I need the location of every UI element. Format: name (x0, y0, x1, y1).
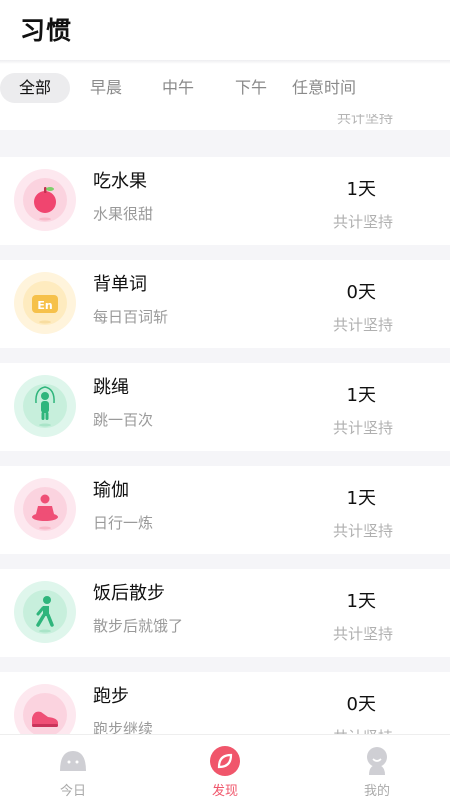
habit-total-label: 共计坚持 (332, 419, 393, 437)
habit-icon-circle (14, 581, 76, 643)
habit-total-label: 共计坚持 (332, 213, 393, 231)
habit-description: 水果很甜 (93, 205, 154, 223)
tab-afternoon[interactable]: 下午 (227, 73, 275, 103)
habit-card[interactable]: 跳绳 跳一百次 1天 共计坚持 (0, 363, 450, 451)
english-book-icon: En (23, 281, 67, 325)
habit-total-label: 共计坚持 (337, 114, 393, 127)
nav-today-label: 今日 (59, 784, 86, 799)
habit-icon-circle (14, 478, 76, 540)
habit-icon-circle: En (14, 272, 76, 334)
habit-description: 跳一百次 (93, 411, 154, 429)
filter-tabs: 全部 早晨 中午 下午 任意时间 (0, 64, 450, 114)
habit-description: 日行一炼 (93, 514, 154, 532)
habit-name: 瑜伽 (93, 480, 129, 501)
tab-anytime[interactable]: 任意时间 (287, 73, 361, 103)
habit-name: 背单词 (93, 274, 147, 295)
tab-noon[interactable]: 中午 (154, 73, 202, 103)
habit-card[interactable]: 瑜伽 日行一炼 1天 共计坚持 (0, 466, 450, 554)
habit-total-label: 共计坚持 (332, 625, 393, 643)
yoga-icon (23, 487, 67, 531)
habit-description: 跑步继续 (93, 720, 154, 734)
nav-discover-label: 发现 (211, 784, 238, 799)
walking-icon (23, 590, 67, 634)
habit-card-partial[interactable]: 共计坚持 (0, 114, 450, 130)
habit-name: 跳绳 (93, 377, 129, 398)
habit-days: 1天 (346, 179, 376, 200)
running-shoe-icon (23, 693, 67, 734)
nav-discover[interactable]: 发现 (175, 735, 275, 800)
habit-name: 吃水果 (93, 171, 147, 192)
habit-card[interactable]: En 背单词 每日百词斩 0天 共计坚持 (0, 260, 450, 348)
nav-profile-label: 我的 (363, 784, 390, 799)
nav-profile[interactable]: 我的 (327, 735, 427, 800)
habit-card[interactable]: 饭后散步 散步后就饿了 1天 共计坚持 (0, 569, 450, 657)
tab-all[interactable]: 全部 (0, 73, 70, 103)
jump-rope-icon (23, 384, 67, 428)
habit-total-label: 共计坚持 (332, 522, 393, 540)
app-header: 习惯 (0, 0, 450, 60)
profile-icon (367, 747, 387, 775)
habit-days: 0天 (346, 694, 376, 715)
habit-days: 0天 (346, 282, 376, 303)
svg-text:En: En (37, 299, 52, 312)
tab-morning[interactable]: 早晨 (82, 73, 130, 103)
habit-description: 每日百词斩 (93, 308, 169, 326)
habit-days: 1天 (346, 385, 376, 406)
habit-card[interactable]: 吃水果 水果很甜 1天 共计坚持 (0, 157, 450, 245)
bottom-navigation: 今日 发现 我的 (0, 734, 450, 800)
habit-days: 1天 (346, 591, 376, 612)
apple-icon (23, 178, 67, 222)
habit-list[interactable]: 共计坚持 吃水果 水果很甜 1天 共计坚持 En 背单词 每日百词斩 0天 共计… (0, 114, 450, 734)
habit-icon-circle (14, 684, 76, 734)
habit-total-label: 共计坚持 (332, 316, 393, 334)
habit-icon-circle (14, 169, 76, 231)
discover-icon (210, 746, 240, 776)
habit-total-label: 共计坚持 (333, 726, 393, 734)
habit-days: 1天 (346, 488, 376, 509)
habit-card[interactable]: 跑步 跑步继续 0天 共计坚持 (0, 672, 450, 734)
habit-icon-circle (14, 375, 76, 437)
habit-name: 跑步 (93, 686, 129, 707)
habit-name: 饭后散步 (93, 583, 165, 604)
page-title: 习惯 (20, 16, 73, 45)
nav-today[interactable]: 今日 (23, 735, 123, 800)
today-icon (60, 751, 86, 771)
habit-description: 散步后就饿了 (93, 617, 184, 635)
